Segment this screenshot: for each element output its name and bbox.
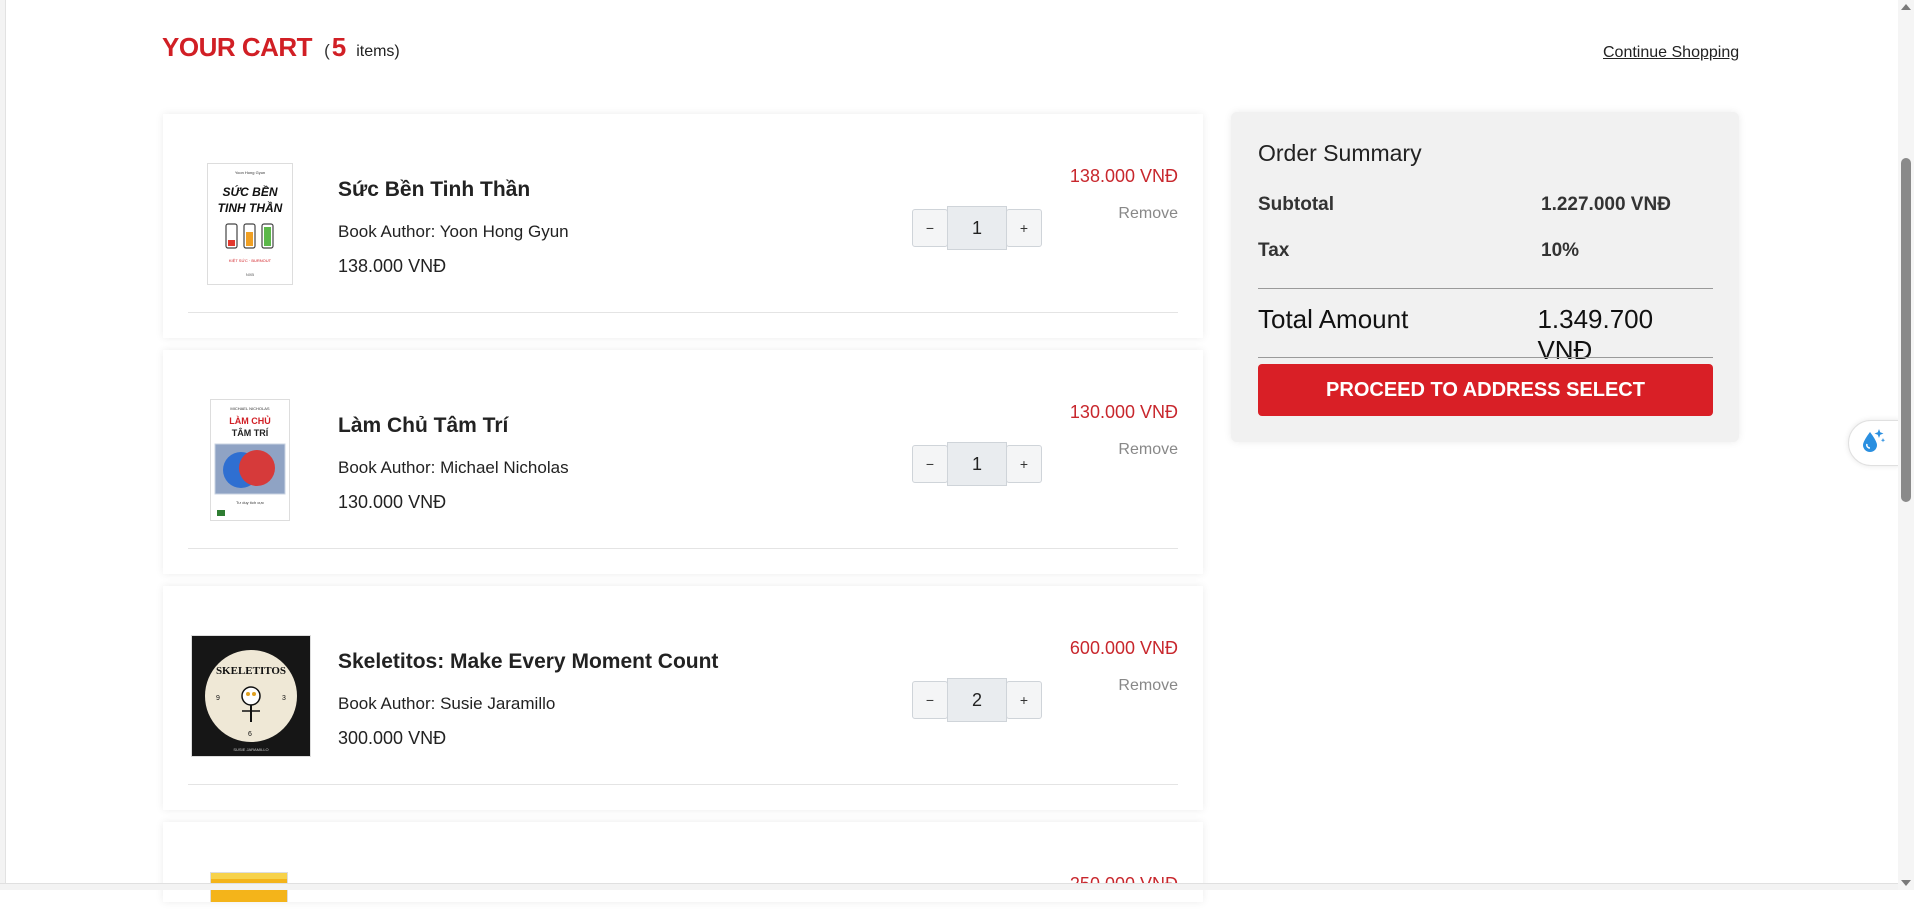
unit-price: 138.000 VNĐ (338, 256, 447, 276)
remove-item-button[interactable]: Remove (1118, 677, 1178, 695)
svg-text:TÂM TRÍ: TÂM TRÍ (232, 427, 269, 438)
svg-text:TINH THẦN: TINH THẦN (218, 200, 283, 215)
book-author: Book Author: Michael Nicholas (338, 458, 569, 477)
svg-text:9: 9 (216, 695, 220, 702)
svg-text:NXB: NXB (246, 272, 255, 277)
book-author: Book Author: Susie Jaramillo (338, 694, 556, 713)
quantity-stepper: − 2 + (912, 678, 1042, 722)
item-info: Sức Bền Tinh Thần Book Author: Yoon Hong… (338, 178, 569, 277)
window-left-edge (0, 0, 6, 890)
tax-label: Tax (1258, 240, 1290, 261)
quantity-value[interactable]: 1 (947, 206, 1007, 250)
scrollbar-thumb[interactable] (1901, 158, 1911, 502)
cart-item-card: 250.000 VNĐ (163, 822, 1203, 902)
page-scrollbar[interactable] (1898, 0, 1914, 890)
cart-item-card: MICHAEL NICHOLAS LÀM CHỦ TÂM TRÍ Tư duy … (163, 350, 1203, 574)
paren-open: ( (324, 41, 330, 60)
svg-text:SỨC BỀN: SỨC BỀN (222, 184, 277, 199)
decrease-quantity-button[interactable]: − (912, 209, 948, 247)
item-divider (188, 784, 1178, 785)
svg-text:SUSIE JARAMILLO: SUSIE JARAMILLO (233, 747, 268, 752)
svg-text:6: 6 (248, 731, 252, 738)
quantity-value[interactable]: 1 (947, 442, 1007, 486)
remove-item-button[interactable]: Remove (1118, 441, 1178, 459)
cart-item-count: 5 (331, 32, 347, 62)
unit-price: 130.000 VNĐ (338, 492, 447, 512)
decrease-quantity-button[interactable]: − (912, 445, 948, 483)
cart-item-card: Yoon Hong Gyun SỨC BỀN TINH THẦN KIỆT SỨ… (163, 114, 1203, 338)
book-cover-image[interactable]: SKELETITOS 9 3 6 SUSIE JARAMILLO (191, 635, 311, 757)
subtotal-value: 1.227.000 VNĐ (1541, 194, 1671, 215)
item-info: Skeletitos: Make Every Moment Count Book… (338, 650, 718, 749)
svg-text:Tư duy tích cực: Tư duy tích cực (236, 500, 264, 505)
quantity-value[interactable]: 2 (947, 678, 1007, 722)
line-total: 138.000 VNĐ (1069, 166, 1178, 186)
svg-text:3: 3 (282, 695, 286, 702)
summary-divider (1258, 288, 1713, 289)
item-divider (188, 548, 1178, 549)
tax-value: 10% (1541, 240, 1580, 261)
quantity-stepper: − 1 + (912, 442, 1042, 486)
increase-quantity-button[interactable]: + (1006, 681, 1042, 719)
order-summary-title: Order Summary (1258, 140, 1422, 166)
items-label: items) (356, 43, 400, 60)
book-title[interactable]: Sức Bền Tinh Thần (338, 178, 569, 202)
subtotal-row: Subtotal 1.227.000 VNĐ (1258, 194, 1713, 216)
unit-price: 300.000 VNĐ (338, 728, 447, 748)
tax-row: Tax 10% (1258, 240, 1713, 262)
item-divider (188, 312, 1178, 313)
window-bottom-edge (0, 883, 1898, 890)
cart-heading: YOUR CART ( 5 items) (162, 32, 400, 63)
summary-divider (1258, 357, 1713, 358)
scroll-up-arrow-icon[interactable] (1901, 4, 1911, 10)
book-title[interactable]: Làm Chủ Tâm Trí (338, 414, 569, 438)
subtotal-label: Subtotal (1258, 194, 1334, 215)
book-cover-image[interactable]: MICHAEL NICHOLAS LÀM CHỦ TÂM TRÍ Tư duy … (210, 399, 290, 521)
floating-assistant-button[interactable] (1848, 420, 1900, 466)
line-total: 600.000 VNĐ (1069, 638, 1178, 658)
water-drop-sparkle-icon (1857, 426, 1887, 461)
continue-shopping-link[interactable]: Continue Shopping (1603, 44, 1739, 62)
svg-text:Yoon Hong Gyun: Yoon Hong Gyun (235, 170, 265, 175)
line-total: 130.000 VNĐ (1069, 402, 1178, 422)
svg-text:LÀM CHỦ: LÀM CHỦ (229, 415, 271, 426)
cart-item-list: Yoon Hong Gyun SỨC BỀN TINH THẦN KIỆT SỨ… (163, 114, 1203, 914)
scroll-down-arrow-icon[interactable] (1901, 880, 1911, 886)
proceed-to-address-button[interactable]: PROCEED TO ADDRESS SELECT (1258, 364, 1713, 416)
book-title[interactable]: Skeletitos: Make Every Moment Count (338, 650, 718, 674)
book-author: Book Author: Yoon Hong Gyun (338, 222, 569, 241)
svg-text:MICHAEL NICHOLAS: MICHAEL NICHOLAS (230, 406, 270, 411)
book-cover-image[interactable]: Yoon Hong Gyun SỨC BỀN TINH THẦN KIỆT SỨ… (207, 163, 293, 285)
decrease-quantity-button[interactable]: − (912, 681, 948, 719)
item-info: Làm Chủ Tâm Trí Book Author: Michael Nic… (338, 414, 569, 513)
increase-quantity-button[interactable]: + (1006, 445, 1042, 483)
increase-quantity-button[interactable]: + (1006, 209, 1042, 247)
remove-item-button[interactable]: Remove (1118, 205, 1178, 223)
svg-text:KIỆT SỨC · BURNOUT: KIỆT SỨC · BURNOUT (229, 258, 272, 263)
order-summary-panel: Order Summary Subtotal 1.227.000 VNĐ Tax… (1231, 112, 1739, 442)
cart-item-card: SKELETITOS 9 3 6 SUSIE JARAMILLO Skeleti… (163, 586, 1203, 810)
quantity-stepper: − 1 + (912, 206, 1042, 250)
cart-title: YOUR CART (162, 32, 313, 62)
svg-text:SKELETITOS: SKELETITOS (216, 665, 286, 677)
